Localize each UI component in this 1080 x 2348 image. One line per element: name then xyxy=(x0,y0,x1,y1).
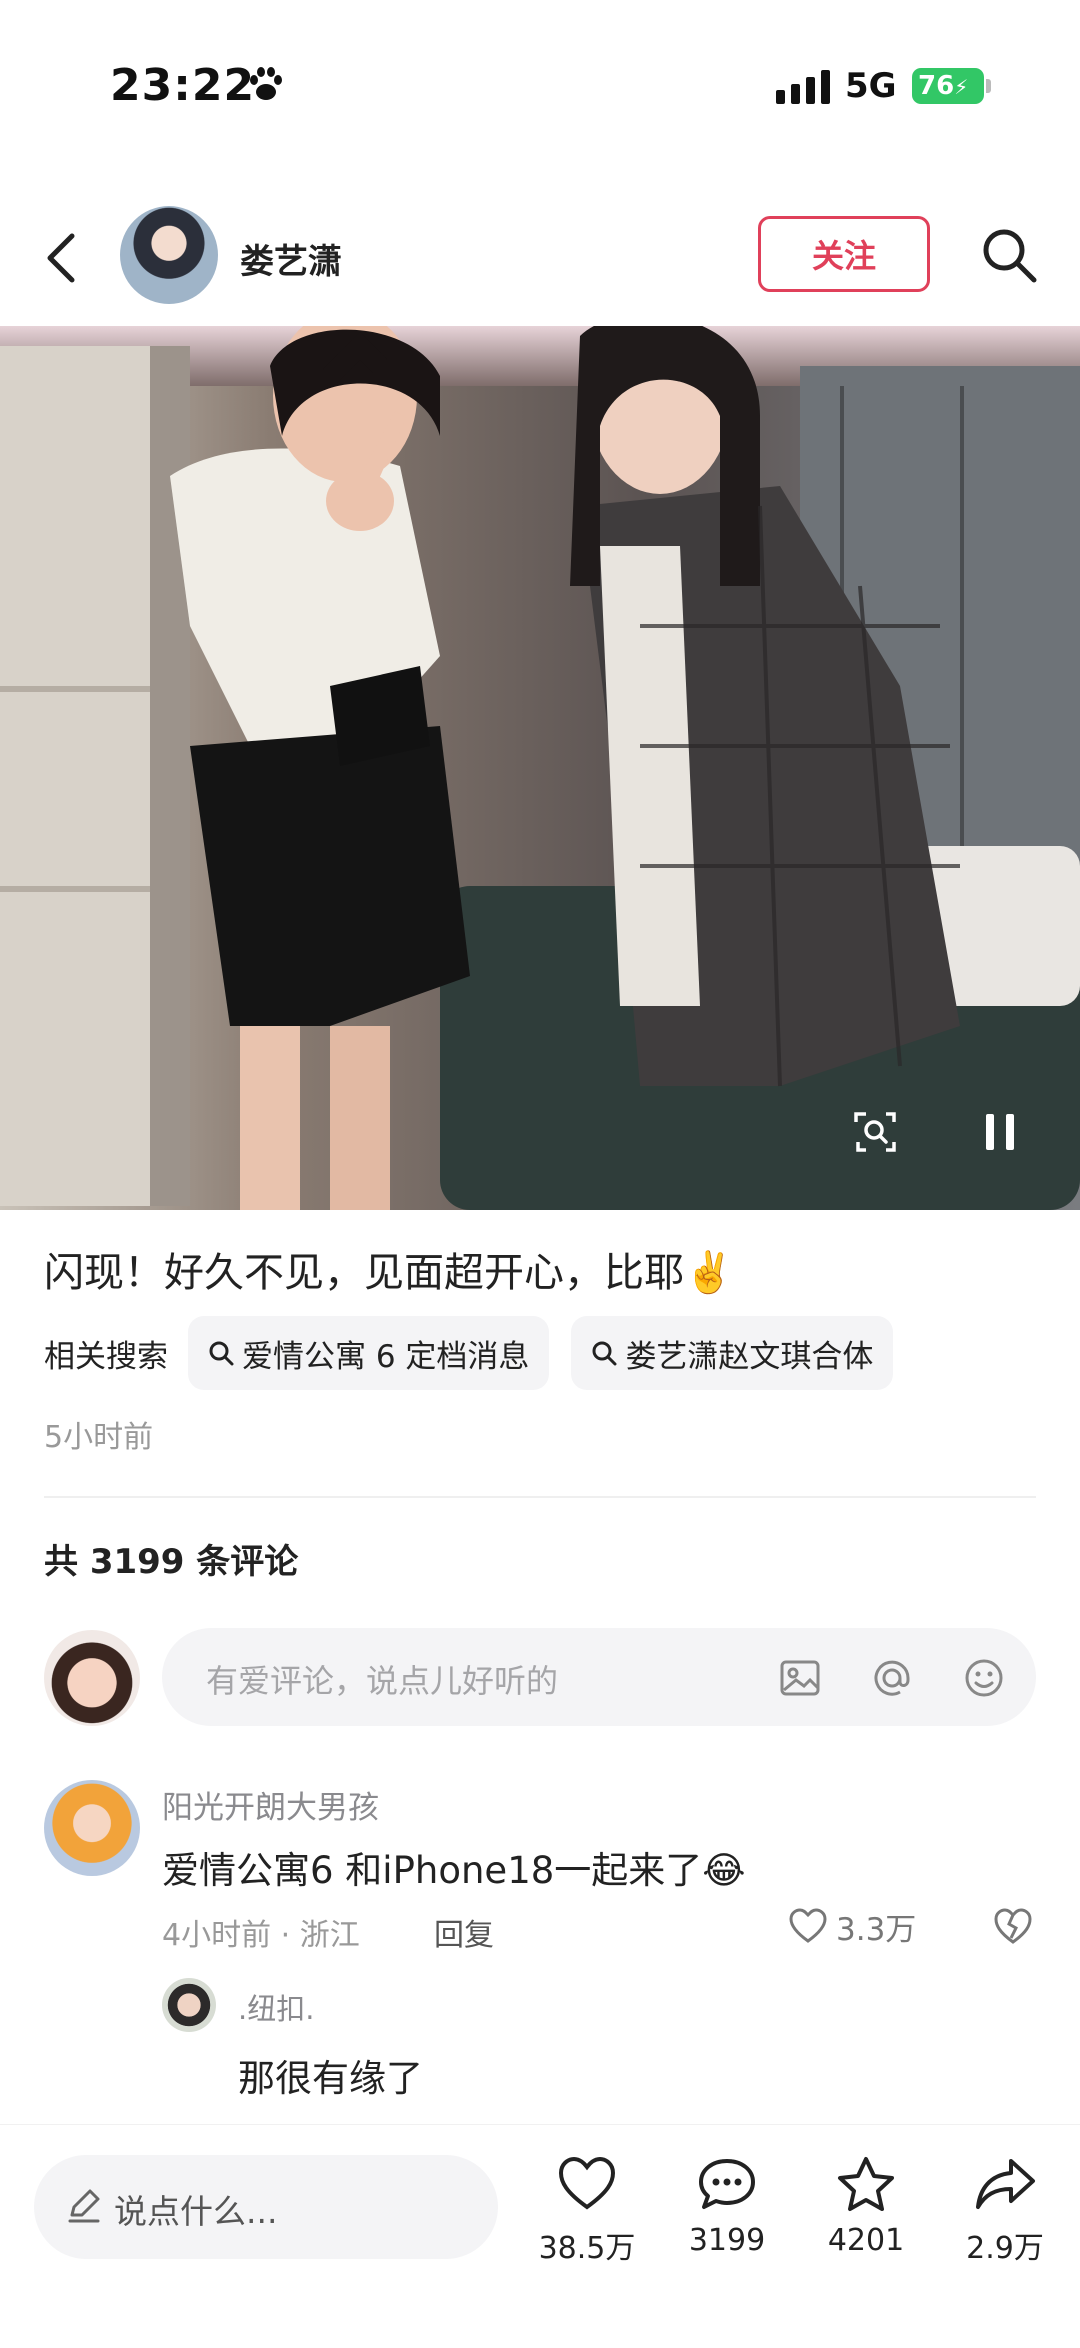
search-icon xyxy=(209,1341,234,1366)
comment-input-placeholder: 有爱评论，说点儿好听的 xyxy=(206,1662,559,1700)
say-something-placeholder: 说点什么... xyxy=(114,2192,278,2231)
star-icon xyxy=(838,2157,894,2211)
comment-button[interactable]: 3199 xyxy=(662,2155,792,2258)
reply-button[interactable]: 回复 xyxy=(434,1910,494,1954)
like-count: 38.5万 xyxy=(538,2231,636,2266)
battery-cap xyxy=(986,79,991,93)
related-search-chip[interactable]: 爱情公寓 6 定档消息 xyxy=(188,1316,550,1390)
post-timestamp: 5小时前 xyxy=(44,1420,154,1455)
related-search-text: 爱情公寓 6 定档消息 xyxy=(242,1338,530,1375)
emoji-icon[interactable] xyxy=(960,1654,1008,1702)
charging-bolt-icon: ⚡ xyxy=(954,75,969,99)
post-photo[interactable] xyxy=(0,326,1080,1210)
share-arrow-icon xyxy=(976,2159,1035,2209)
comment-count: 共 3199 条评论 xyxy=(44,1542,299,1582)
author-avatar[interactable] xyxy=(120,206,218,304)
comment-input[interactable]: 有爱评论，说点儿好听的 xyxy=(162,1628,1036,1726)
image-icon[interactable] xyxy=(776,1654,824,1702)
comment-total: 3199 xyxy=(688,2223,766,2258)
back-chevron-icon[interactable] xyxy=(40,230,84,286)
comment-text: 爱情公寓6 和iPhone18一起来了😂 xyxy=(162,1849,746,1892)
related-search-chip[interactable]: 娄艺潇赵文琪合体 xyxy=(571,1316,894,1390)
say-something-input[interactable]: 说点什么... xyxy=(34,2155,498,2259)
like-button[interactable]: 38.5万 xyxy=(522,2155,652,2267)
favorite-button[interactable]: 4201 xyxy=(801,2155,931,2258)
related-search-label: 相关搜索 xyxy=(44,1338,168,1375)
commenter-avatar[interactable] xyxy=(44,1780,140,1876)
comment-like-count: 3.3万 xyxy=(836,1911,917,1948)
pencil-icon xyxy=(68,2189,100,2223)
cellular-signal-icon xyxy=(776,70,830,104)
reply-text: 那很有缘了 xyxy=(238,2057,423,2100)
status-time: 23:22 xyxy=(110,60,256,111)
reply-avatar[interactable] xyxy=(162,1978,216,2032)
post-caption: 闪现！好久不见，见面超开心，比耶✌️ xyxy=(44,1250,734,1296)
comment-meta: 4小时前 · 浙江 xyxy=(162,1918,360,1953)
pause-icon[interactable] xyxy=(980,1110,1020,1154)
commenter-name[interactable]: 阳光开朗大男孩 xyxy=(162,1782,379,1827)
related-searches: 相关搜索 爱情公寓 6 定档消息 娄艺潇赵文琪合体 xyxy=(44,1316,915,1390)
share-count: 2.9万 xyxy=(966,2231,1044,2266)
scan-icon[interactable] xyxy=(852,1108,900,1156)
favorite-count: 4201 xyxy=(827,2223,905,2258)
bottom-action-bar: 说点什么... 38.5万 3199 4201 2.9万 xyxy=(0,2124,1080,2348)
broken-heart-icon[interactable] xyxy=(992,1906,1034,1946)
photo-illustration xyxy=(0,326,1080,1210)
mention-icon[interactable] xyxy=(868,1654,916,1702)
paw-icon xyxy=(250,67,282,100)
heart-icon xyxy=(789,1908,827,1943)
post-header: 娄艺潇 关注 xyxy=(0,190,1080,320)
network-type: 5G xyxy=(845,66,897,106)
share-button[interactable]: 2.9万 xyxy=(940,2155,1070,2267)
heart-icon xyxy=(558,2156,616,2210)
my-avatar[interactable] xyxy=(44,1630,140,1726)
related-search-text: 娄艺潇赵文琪合体 xyxy=(625,1338,874,1375)
battery-level: 76 xyxy=(918,71,955,101)
status-bar: 23:22 5G 76⚡ xyxy=(0,0,1080,170)
comment-like-button[interactable]: 3.3万 xyxy=(788,1904,916,1948)
reply-user-name[interactable]: .纽扣. xyxy=(238,1986,314,2028)
comment-bubble-icon xyxy=(699,2159,755,2209)
search-icon xyxy=(592,1341,617,1366)
follow-button[interactable]: 关注 xyxy=(758,216,930,292)
divider xyxy=(44,1496,1036,1498)
search-icon[interactable] xyxy=(978,224,1040,286)
author-name[interactable]: 娄艺潇 xyxy=(240,234,342,283)
battery-indicator: 76⚡ xyxy=(912,68,984,104)
